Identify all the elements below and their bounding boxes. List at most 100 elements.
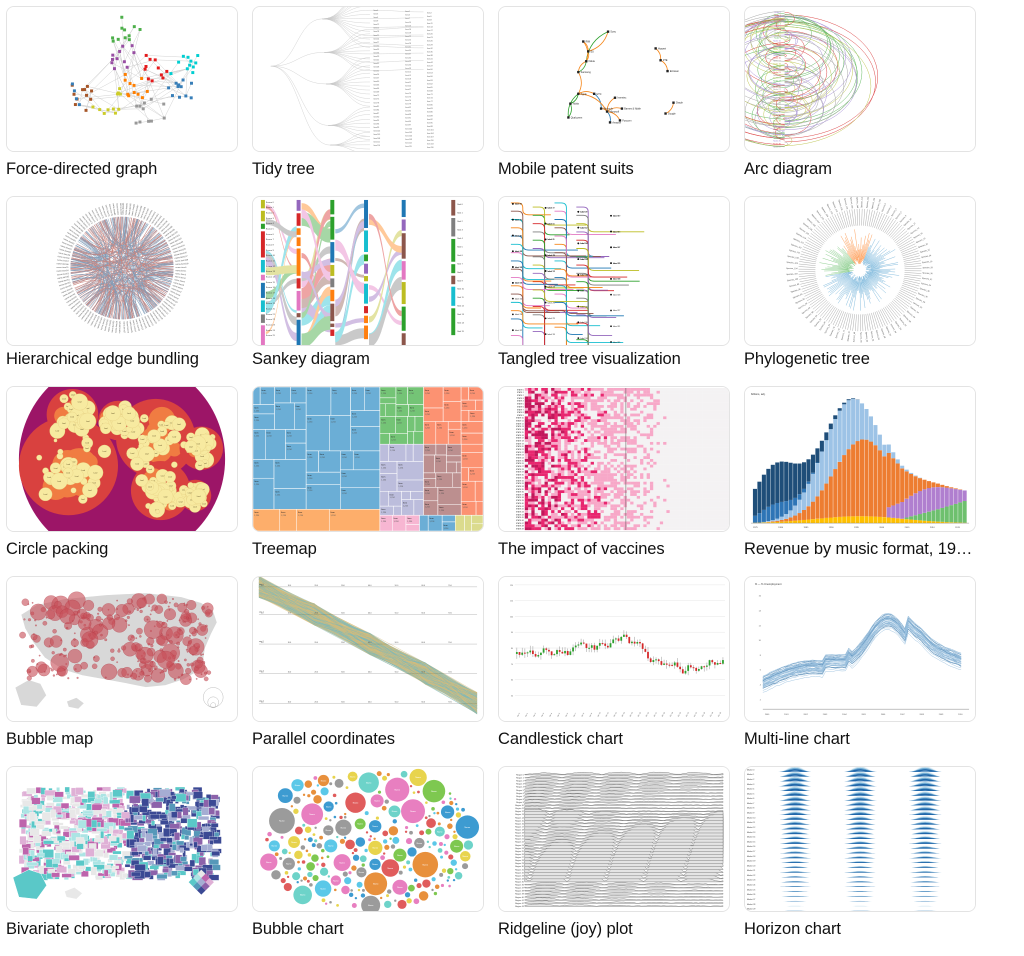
svg-text:Source 12: Source 12: [266, 266, 275, 268]
circle-packing-thumbnail[interactable]: LeafLeafLeafLeafLeafLeafLeafLeafLeafLeaf…: [6, 386, 238, 532]
svg-text:Item93: Item93: [373, 119, 379, 122]
tidy-tree-thumbnail[interactable]: Item0Item1Item2Item3Item4Item5Item6Item7…: [252, 6, 484, 152]
svg-text:Foxconn: Foxconn: [622, 119, 632, 122]
gallery-card-force-directed-graph[interactable]: Force-directed graph: [6, 6, 238, 196]
phylogenetic-tree-thumbnail[interactable]: Species_0Species_2Species_4Species_6Spec…: [744, 196, 976, 346]
svg-text:Item: Item: [429, 517, 433, 520]
svg-text:Item: Item: [462, 503, 466, 506]
svg-text:Leaf: Leaf: [57, 481, 61, 483]
music-revenue-thumbnail[interactable]: billions, adj.19751980198519901995200020…: [744, 386, 976, 532]
gallery-card-the-impact-of-vaccines[interactable]: STATE 0STATE 1STATE 2STATE 3STATE 4STATE…: [498, 386, 730, 576]
svg-text:Item58: Item58: [405, 78, 411, 81]
svg-text:Node 22: Node 22: [773, 75, 780, 77]
gallery-card-bivariate-choropleth[interactable]: Bivariate choropleth: [6, 766, 238, 956]
gallery-card-treemap[interactable]: Item1,234Item1,234Item1,234Item1,234Item…: [252, 386, 484, 576]
gallery-card-multi-line-chart[interactable]: % — % Unemployment1614121086422000200120…: [744, 576, 976, 766]
svg-text:STATE 45: STATE 45: [516, 516, 524, 519]
parallel-coordinates-thumbnail[interactable]: axis 00.010.020.030.040.050.060.070.0axi…: [252, 576, 484, 722]
horizon-chart-thumbnail[interactable]: Market 0Market 1Market 2Market 3Market 4…: [744, 766, 976, 912]
svg-text:label 33: label 33: [548, 334, 556, 336]
svg-text:Item101: Item101: [427, 128, 434, 131]
svg-text:Item50: Item50: [427, 68, 433, 71]
svg-text:Item54: Item54: [373, 73, 379, 76]
bubble-map-thumbnail[interactable]: [6, 576, 238, 722]
gallery-card-label: Arc diagram: [744, 159, 976, 179]
svg-text:Item7: Item7: [405, 17, 410, 20]
svg-text:label 44: label 44: [515, 235, 523, 237]
svg-text:Item: Item: [254, 511, 258, 514]
gallery-card-parallel-coordinates[interactable]: axis 00.010.020.030.040.050.060.070.0axi…: [252, 576, 484, 766]
svg-text:Item95: Item95: [427, 121, 433, 124]
svg-text:Item79: Item79: [405, 102, 411, 105]
svg-text:Item87: Item87: [373, 112, 379, 115]
bivariate-choropleth-thumbnail[interactable]: [6, 766, 238, 912]
svg-text:Item2: Item2: [427, 11, 432, 14]
svg-text:Item19: Item19: [405, 31, 411, 34]
svg-text:Item: Item: [462, 483, 466, 486]
svg-text:Source 10: Source 10: [266, 255, 276, 257]
svg-text:Item31: Item31: [405, 46, 411, 49]
gallery-card-tidy-tree[interactable]: Item0Item1Item2Item3Item4Item5Item6Item7…: [252, 6, 484, 196]
svg-text:Item24: Item24: [373, 37, 379, 40]
force-directed-graph-thumbnail[interactable]: [6, 6, 238, 152]
multi-line-thumbnail[interactable]: % — % Unemployment1614121086422000200120…: [744, 576, 976, 722]
svg-text:Node 35: Node 35: [773, 112, 781, 114]
svg-text:Leaf: Leaf: [62, 398, 66, 400]
candlestick-thumbnail[interactable]: 1201101009080706050Jan 0Jan 1Jan 2Jan 3J…: [498, 576, 730, 722]
svg-text:1995: 1995: [854, 527, 860, 529]
gallery-card-horizon-chart[interactable]: Market 0Market 1Market 2Market 3Market 4…: [744, 766, 976, 956]
svg-text:STATE 27: STATE 27: [516, 465, 524, 468]
ridgeline-thumbnail[interactable]: Region 0Region 1Region 2Region 3Region 4…: [498, 766, 730, 912]
svg-text:Source 9: Source 9: [266, 250, 274, 252]
svg-text:Leaf: Leaf: [88, 490, 92, 492]
svg-text:Leaf: Leaf: [152, 436, 156, 438]
gallery-card-candlestick-chart[interactable]: 1201101009080706050Jan 0Jan 1Jan 2Jan 3J…: [498, 576, 730, 766]
sankey-diagram-thumbnail[interactable]: Source 0Source 1Source 2Source 3Source 4…: [252, 196, 484, 346]
svg-text:Leaf: Leaf: [142, 418, 146, 420]
gallery-card-mobile-patent-suits[interactable]: SonyRIMEUNokiaSamsungAppleHTCNokiaQualco…: [498, 6, 730, 196]
treemap-thumbnail[interactable]: Item1,234Item1,234Item1,234Item1,234Item…: [252, 386, 484, 532]
svg-text:Sink 5: Sink 5: [457, 246, 463, 248]
svg-text:Item104: Item104: [427, 132, 434, 135]
hierarchical-edge-bundling-thumbnail[interactable]: name.item0name.item1name.item2name.item3…: [6, 196, 238, 346]
gallery-card-ridgeline-joy-plot[interactable]: Region 0Region 1Region 2Region 3Region 4…: [498, 766, 730, 956]
mobile-patent-suits-thumbnail[interactable]: SonyRIMEUNokiaSamsungAppleHTCNokiaQualco…: [498, 6, 730, 152]
svg-text:Item80: Item80: [427, 104, 433, 107]
gallery-card-sankey-diagram[interactable]: Source 0Source 1Source 2Source 3Source 4…: [252, 196, 484, 386]
svg-text:Item83: Item83: [427, 107, 433, 110]
svg-text:label 29: label 29: [548, 318, 556, 320]
svg-text:Item: Item: [275, 490, 279, 493]
svg-text:label 36: label 36: [515, 204, 523, 206]
svg-text:Sony: Sony: [610, 31, 616, 34]
svg-text:Item39: Item39: [373, 55, 379, 58]
gallery-card-label: Horizon chart: [744, 919, 976, 939]
bubble-chart-thumbnail[interactable]: NameNameNameNameNameNameNameNameNameName…: [252, 766, 484, 912]
gallery-card-hierarchical-edge-bundling[interactable]: name.item0name.item1name.item2name.item3…: [6, 196, 238, 386]
svg-text:STATE 9: STATE 9: [517, 414, 524, 417]
svg-text:Leaf: Leaf: [188, 493, 192, 495]
svg-text:Item: Item: [307, 453, 311, 456]
gallery-card-bubble-map[interactable]: Bubble map: [6, 576, 238, 766]
svg-text:Leaf: Leaf: [135, 464, 139, 466]
svg-text:Item: Item: [381, 517, 385, 520]
gallery-card-label: Parallel coordinates: [252, 729, 484, 749]
svg-text:Item29: Item29: [427, 43, 433, 46]
gallery-card-phylogenetic-tree[interactable]: Species_0Species_2Species_4Species_6Spec…: [744, 196, 976, 386]
svg-text:Sink 7: Sink 7: [457, 263, 462, 265]
tangled-tree-thumbnail[interactable]: label 0label 1label 2label 3label 4label…: [498, 196, 730, 346]
gallery-card-circle-packing[interactable]: LeafLeafLeafLeafLeafLeafLeafLeafLeafLeaf…: [6, 386, 238, 576]
gallery-card-tangled-tree-visualization[interactable]: label 0label 1label 2label 3label 4label…: [498, 196, 730, 386]
gallery-card-bubble-chart[interactable]: NameNameNameNameNameNameNameNameNameName…: [252, 766, 484, 956]
svg-text:Item: Item: [470, 389, 474, 392]
svg-text:Source 2: Source 2: [266, 213, 274, 215]
svg-text:Leaf: Leaf: [80, 429, 84, 431]
svg-text:STATE 10: STATE 10: [516, 417, 524, 420]
gallery-card-label: Sankey diagram: [252, 350, 484, 368]
svg-text:STATE 42: STATE 42: [516, 508, 524, 511]
gallery-card-revenue-by-music-format[interactable]: billions, adj.19751980198519901995200020…: [744, 386, 976, 576]
svg-text:Item5: Item5: [427, 15, 432, 18]
vaccines-heatmap-thumbnail[interactable]: STATE 0STATE 1STATE 2STATE 3STATE 4STATE…: [498, 386, 730, 532]
gallery-card-arc-diagram[interactable]: Node 0Node 1Node 2Node 3Node 4Node 5Node…: [744, 6, 976, 196]
svg-text:Item112: Item112: [405, 142, 412, 145]
arc-diagram-thumbnail[interactable]: Node 0Node 1Node 2Node 3Node 4Node 5Node…: [744, 6, 976, 152]
